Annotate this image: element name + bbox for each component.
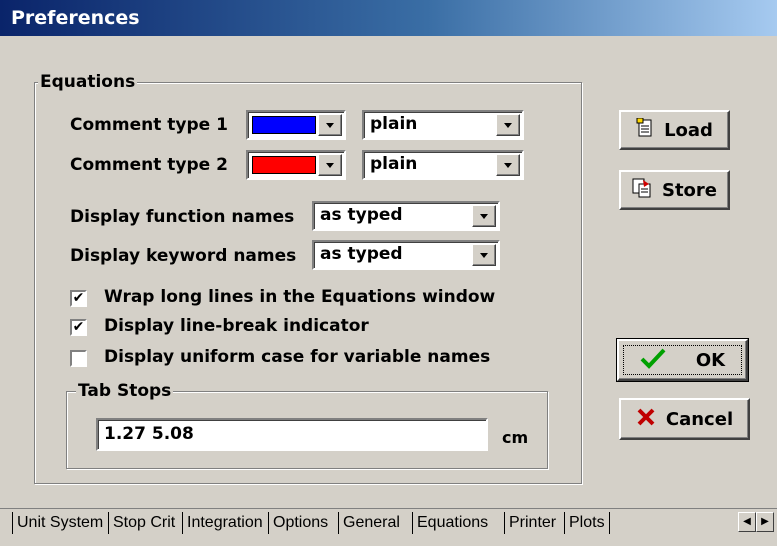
load-button-label: Load	[664, 119, 713, 141]
tab-stops-unit: cm	[502, 428, 529, 447]
store-file-icon	[632, 178, 652, 203]
check-mark-icon: ✔	[72, 319, 85, 335]
uniform-case-checkbox[interactable]	[70, 350, 87, 367]
comment-type-2-label: Comment type 2	[70, 155, 228, 175]
tab-options[interactable]: Options	[268, 512, 332, 534]
x-icon	[636, 407, 656, 432]
comment-type-2-style-value: plain	[370, 154, 418, 174]
chevron-down-icon[interactable]	[496, 154, 520, 176]
line-break-indicator-label[interactable]: Display line-break indicator	[104, 316, 369, 336]
chevron-down-icon[interactable]	[496, 114, 520, 136]
tab-stop-crit[interactable]: Stop Crit	[108, 512, 179, 534]
tab-printer[interactable]: Printer	[504, 512, 560, 534]
arrow-right-icon[interactable]: ▶	[756, 512, 774, 532]
preferences-dialog: Preferences Equations Comment type 1 pla…	[0, 0, 777, 546]
chevron-down-icon[interactable]	[472, 205, 496, 227]
cancel-button[interactable]: Cancel	[619, 398, 750, 440]
cancel-button-label: Cancel	[665, 408, 734, 430]
store-button-label: Store	[661, 179, 718, 201]
tab-unit-system[interactable]: Unit System	[12, 512, 107, 534]
wrap-lines-label[interactable]: Wrap long lines in the Equations window	[104, 287, 495, 307]
chevron-down-icon[interactable]	[472, 244, 496, 266]
chevron-down-icon[interactable]	[318, 154, 342, 176]
tab-integration[interactable]: Integration	[182, 512, 267, 534]
comment-type-2-color-swatch	[252, 156, 316, 174]
tab-scroll-buttons: ◀ ▶	[738, 512, 777, 532]
load-button[interactable]: Load	[619, 110, 730, 150]
function-names-value: as typed	[320, 205, 403, 225]
comment-type-1-label: Comment type 1	[70, 115, 228, 135]
function-names-label: Display function names	[70, 207, 295, 227]
tab-stops-group-label: Tab Stops	[76, 381, 174, 401]
tab-strip-divider	[0, 508, 777, 509]
keyword-names-select[interactable]: as typed	[312, 240, 500, 270]
chevron-down-icon[interactable]	[318, 114, 342, 136]
comment-type-1-style-value: plain	[370, 114, 418, 134]
tab-stops-value: 1.27 5.08	[104, 424, 194, 444]
load-file-icon	[636, 117, 654, 143]
tab-stops-input[interactable]: 1.27 5.08	[96, 418, 488, 451]
comment-type-1-style-select[interactable]: plain	[362, 110, 524, 140]
equations-group-label: Equations	[38, 72, 138, 92]
uniform-case-label[interactable]: Display uniform case for variable names	[104, 347, 490, 367]
title-bar: Preferences	[0, 0, 777, 36]
focus-rectangle	[623, 345, 742, 375]
line-break-indicator-checkbox[interactable]: ✔	[70, 319, 87, 336]
check-mark-icon: ✔	[72, 290, 85, 306]
comment-type-2-color-select[interactable]	[246, 150, 346, 180]
keyword-names-value: as typed	[320, 244, 403, 264]
store-button[interactable]: Store	[619, 170, 730, 210]
comment-type-2-style-select[interactable]: plain	[362, 150, 524, 180]
function-names-select[interactable]: as typed	[312, 201, 500, 231]
tab-general[interactable]: General	[338, 512, 404, 534]
comment-type-1-color-select[interactable]	[246, 110, 346, 140]
wrap-lines-checkbox[interactable]: ✔	[70, 290, 87, 307]
keyword-names-label: Display keyword names	[70, 246, 297, 266]
window-title: Preferences	[11, 7, 140, 29]
tab-equations[interactable]: Equations	[412, 512, 493, 534]
comment-type-1-color-swatch	[252, 116, 316, 134]
arrow-left-icon[interactable]: ◀	[738, 512, 756, 532]
tab-plots[interactable]: Plots	[564, 512, 610, 534]
ok-button[interactable]: OK	[616, 338, 749, 382]
